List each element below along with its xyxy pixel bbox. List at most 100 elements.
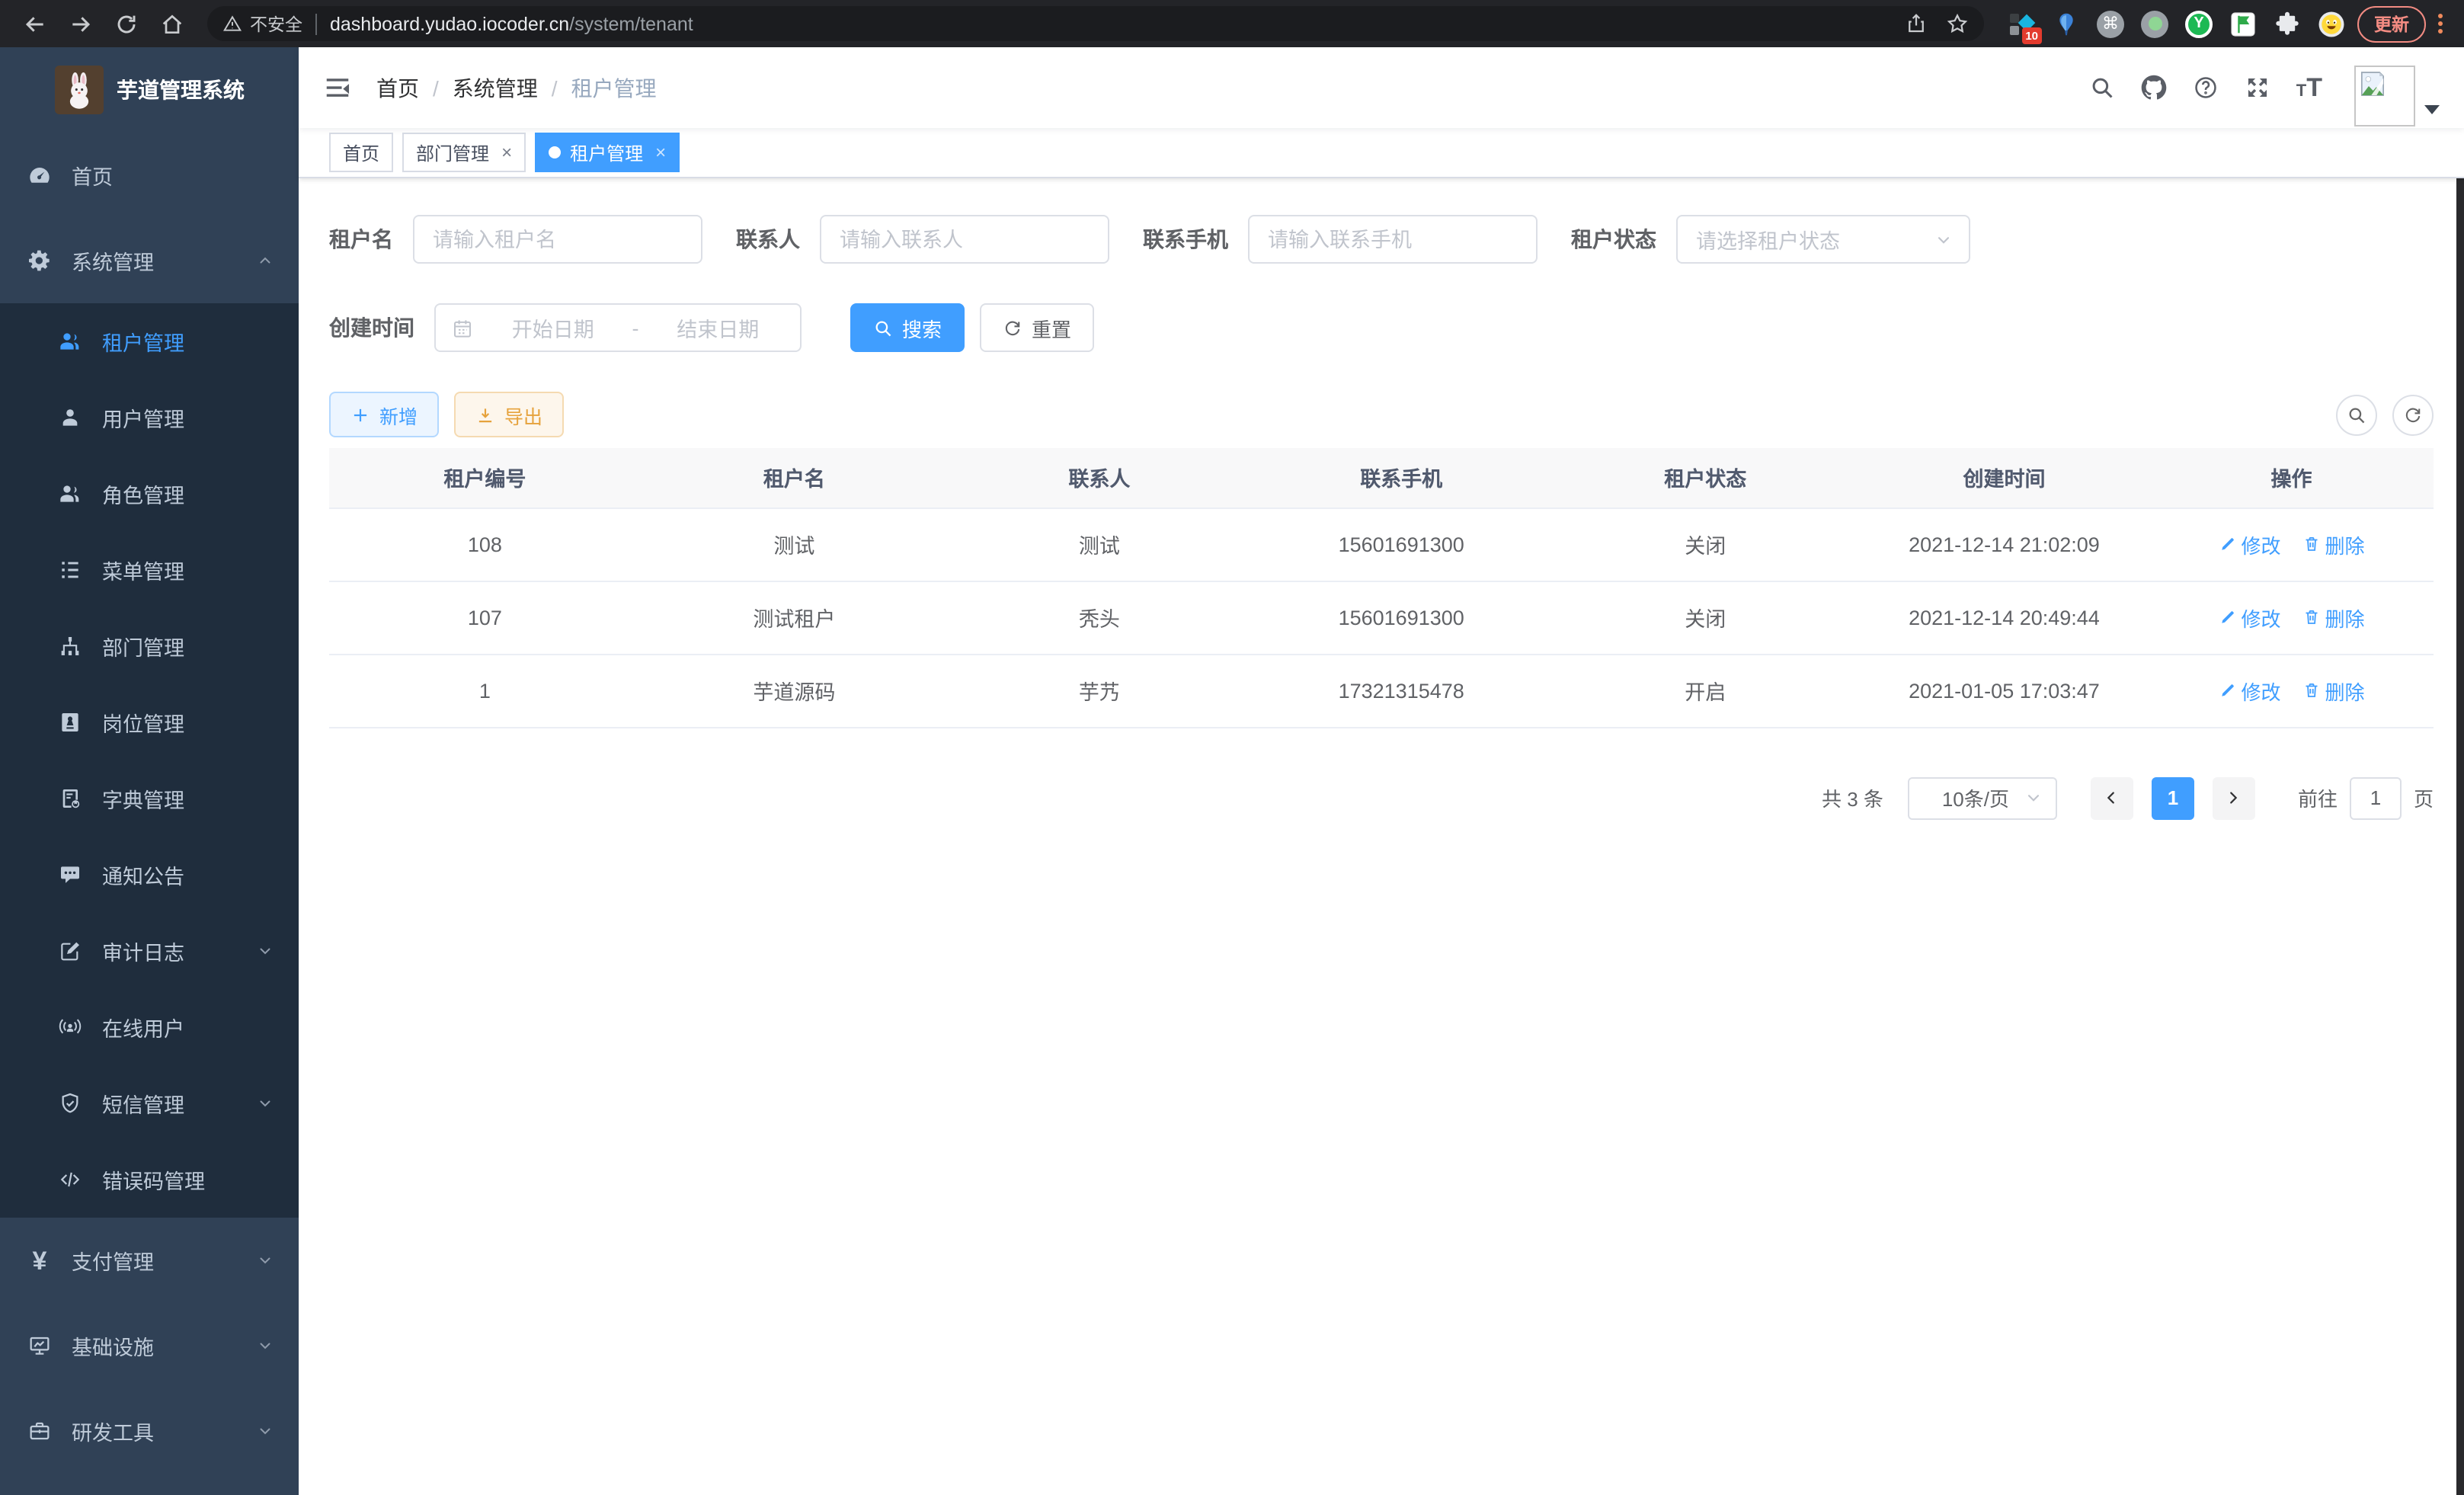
search-icon: [873, 318, 893, 338]
search-button[interactable]: 搜索: [850, 303, 965, 352]
breadcrumb-home[interactable]: 首页: [376, 72, 419, 103]
sidebar-item-研发工具[interactable]: 研发工具: [0, 1388, 299, 1474]
refresh-table-button[interactable]: [2392, 394, 2434, 435]
extension-badge: 10: [2021, 27, 2042, 43]
extension-y-icon[interactable]: Y: [2185, 10, 2213, 37]
extension-command-icon[interactable]: ⌘: [2097, 10, 2124, 37]
sidebar-item-岗位管理[interactable]: 岗位管理: [0, 684, 299, 760]
sidebar-item-字典管理[interactable]: 字典管理: [0, 760, 299, 837]
header-search-icon[interactable]: [2089, 75, 2115, 101]
gear-icon: [27, 248, 52, 273]
edit-link[interactable]: 修改: [2218, 603, 2280, 632]
table-row: 107测试租户秃头15601691300关闭2021-12-14 20:49:4…: [329, 581, 2434, 654]
extension-flag-icon[interactable]: [2229, 10, 2257, 37]
cell-created: 2021-01-05 17:03:47: [1859, 654, 2149, 727]
status-select[interactable]: 请选择租户状态: [1676, 215, 1970, 264]
sidebar-item-菜单管理[interactable]: 菜单管理: [0, 532, 299, 608]
omnibox-divider: [315, 13, 316, 34]
goto-page-input[interactable]: [2350, 776, 2402, 819]
breadcrumb-separator: /: [552, 75, 558, 100]
sidebar-item-审计日志[interactable]: 审计日志: [0, 913, 299, 989]
sidebar-item-label: 用户管理: [102, 402, 184, 433]
sidebar-item-支付管理[interactable]: ¥支付管理: [0, 1218, 299, 1303]
phone-input[interactable]: [1248, 215, 1538, 264]
sidebar-item-label: 错误码管理: [102, 1164, 205, 1195]
edit-link[interactable]: 修改: [2218, 676, 2280, 705]
toolbox-icon: [27, 1419, 52, 1443]
user-avatar-menu[interactable]: [2354, 50, 2440, 126]
tab-租户管理[interactable]: 租户管理×: [535, 133, 680, 172]
github-icon[interactable]: [2141, 75, 2167, 101]
date-range-picker[interactable]: 开始日期 - 结束日期: [434, 303, 802, 352]
sidebar-toggle-icon[interactable]: [323, 73, 352, 102]
export-button[interactable]: 导出: [454, 392, 564, 437]
close-icon[interactable]: ×: [501, 143, 512, 162]
extensions-puzzle-icon[interactable]: [2274, 10, 2301, 37]
browser-reload-icon[interactable]: [114, 11, 139, 36]
extensions-area: 10 ⌘ Y: [2008, 10, 2345, 37]
date-separator: -: [632, 316, 639, 339]
prev-page-button[interactable]: [2091, 776, 2133, 819]
browser-omnibox[interactable]: 不安全 dashboard.yudao.iocoder.cn/system/te…: [207, 6, 1984, 41]
security-warning-icon[interactable]: [222, 14, 242, 34]
delete-link[interactable]: 删除: [2302, 676, 2365, 705]
fullscreen-icon[interactable]: [2245, 75, 2270, 101]
cell-actions: 修改删除: [2149, 581, 2434, 654]
bookmark-star-icon[interactable]: [1946, 12, 1969, 35]
profile-avatar-icon[interactable]: [2318, 10, 2345, 37]
next-page-button[interactable]: [2213, 776, 2255, 819]
current-page-button[interactable]: 1: [2152, 776, 2194, 819]
toggle-search-button[interactable]: [2336, 394, 2377, 435]
close-icon[interactable]: ×: [655, 143, 666, 162]
delete-link[interactable]: 删除: [2302, 603, 2365, 632]
tab-部门管理[interactable]: 部门管理 ×: [402, 133, 526, 172]
page-content: 租户名 联系人 联系手机 租户状态 请选择租户状态: [299, 178, 2464, 819]
sidebar-item-在线用户[interactable]: 在线用户: [0, 989, 299, 1065]
users-icon: [58, 329, 82, 354]
sidebar-item-角色管理[interactable]: 角色管理: [0, 456, 299, 532]
sidebar-item-短信管理[interactable]: 短信管理: [0, 1065, 299, 1141]
page-scrollbar[interactable]: [2456, 47, 2464, 1495]
page-size-select[interactable]: 10条/页: [1908, 776, 2057, 819]
tenant-table: 租户编号租户名联系人联系手机租户状态创建时间操作 108测试测试15601691…: [329, 448, 2434, 728]
sidebar-item-系统管理[interactable]: 系统管理: [0, 218, 299, 303]
browser-forward-icon[interactable]: [69, 11, 93, 36]
browser-back-icon[interactable]: [23, 11, 47, 36]
edit-link[interactable]: 修改: [2218, 530, 2280, 559]
browser-update-button[interactable]: 更新: [2357, 5, 2426, 42]
breadcrumb-system[interactable]: 系统管理: [453, 72, 538, 103]
extension-balloon-icon[interactable]: [2053, 10, 2080, 37]
tab-label: 部门管理: [416, 139, 489, 165]
sidebar-item-部门管理[interactable]: 部门管理: [0, 608, 299, 684]
browser-menu-icon[interactable]: [2438, 14, 2443, 34]
url-text[interactable]: dashboard.yudao.iocoder.cn/system/tenant: [330, 13, 1886, 34]
plus-icon: [350, 405, 370, 424]
contact-input[interactable]: [820, 215, 1109, 264]
cell-phone: 15601691300: [1251, 581, 1552, 654]
calendar-icon: [451, 316, 474, 339]
font-size-icon[interactable]: TT: [2296, 75, 2322, 101]
reset-button[interactable]: 重置: [980, 303, 1094, 352]
extension-grid-icon[interactable]: 10: [2008, 10, 2036, 37]
trash-icon: [2302, 681, 2321, 699]
help-icon[interactable]: [2193, 75, 2219, 101]
add-button[interactable]: 新增: [329, 392, 439, 437]
sidebar: 芋道管理系统 首页系统管理租户管理用户管理角色管理菜单管理部门管理岗位管理字典管…: [0, 47, 299, 1495]
tag-view-bar: 首页部门管理×租户管理×: [299, 128, 2464, 178]
browser-home-icon[interactable]: [160, 11, 184, 36]
sidebar-logo-row[interactable]: 芋道管理系统: [0, 47, 299, 133]
sidebar-item-首页[interactable]: 首页: [0, 133, 299, 218]
sidebar-item-错误码管理[interactable]: 错误码管理: [0, 1141, 299, 1218]
sidebar-item-label: 角色管理: [102, 479, 184, 509]
chevron-down-icon: [1934, 229, 1954, 249]
sidebar-item-租户管理[interactable]: 租户管理: [0, 303, 299, 379]
share-icon[interactable]: [1905, 12, 1928, 35]
extension-recorder-icon[interactable]: [2141, 10, 2168, 37]
sidebar-item-用户管理[interactable]: 用户管理: [0, 379, 299, 456]
tab-首页[interactable]: 首页: [329, 133, 393, 172]
delete-link[interactable]: 删除: [2302, 530, 2365, 559]
table-header-row: 租户编号租户名联系人联系手机租户状态创建时间操作: [329, 448, 2434, 507]
sidebar-item-通知公告[interactable]: 通知公告: [0, 837, 299, 913]
sidebar-item-基础设施[interactable]: 基础设施: [0, 1303, 299, 1388]
tenant-name-input[interactable]: [413, 215, 702, 264]
